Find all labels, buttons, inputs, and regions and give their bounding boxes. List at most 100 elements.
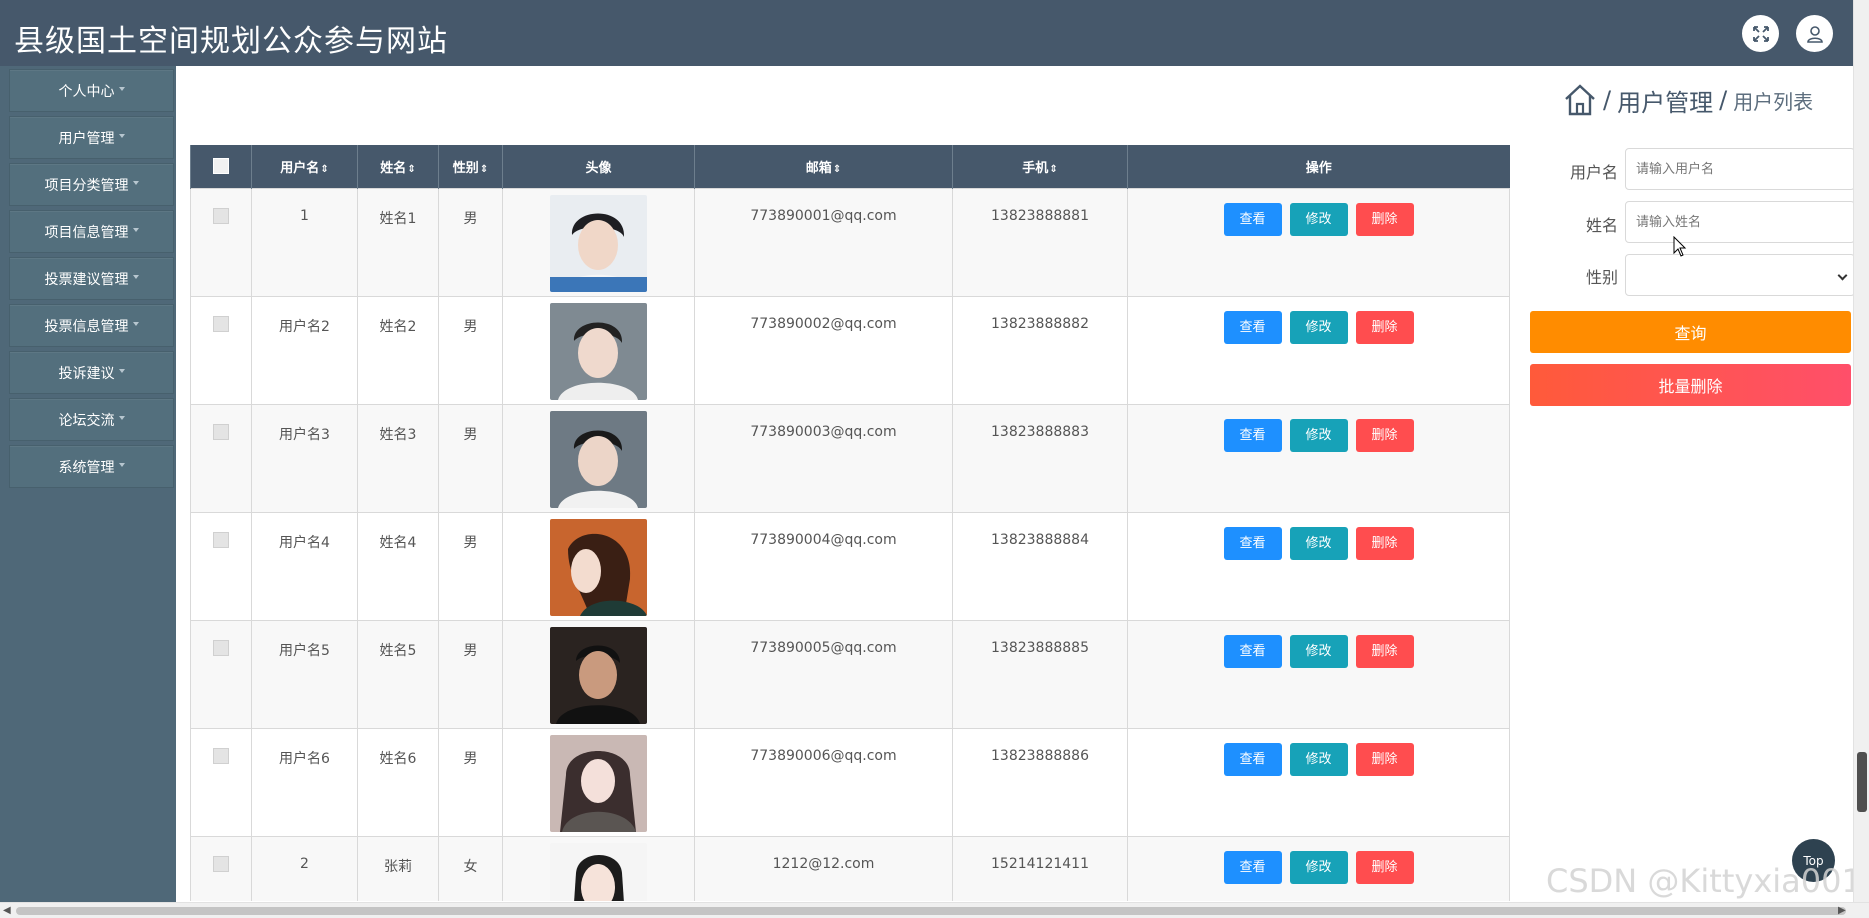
sort-icon[interactable]: ⇕ xyxy=(407,164,415,175)
cell-email: 773890005@qq.com xyxy=(694,619,953,729)
sidebar-item-user-management[interactable]: 用户管理 xyxy=(9,116,174,159)
delete-button[interactable]: 删除 xyxy=(1355,850,1414,884)
edit-button[interactable]: 修改 xyxy=(1289,526,1348,560)
cell-actions: 查看 修改 删除 xyxy=(1127,511,1510,621)
cell-gender: 女 xyxy=(438,835,503,901)
chevron-down-icon xyxy=(1837,270,1848,281)
row-checkbox[interactable] xyxy=(213,855,229,872)
user-table: 用户名⇕ 姓名⇕ 性别⇕ 头像 邮箱⇕ 手机⇕ 操作 1 姓名1 男 77389… xyxy=(190,145,1510,901)
view-button[interactable]: 查看 xyxy=(1223,850,1282,884)
sidebar-item-forum[interactable]: 论坛交流 xyxy=(9,398,174,441)
delete-button[interactable]: 删除 xyxy=(1355,202,1414,236)
row-checkbox[interactable] xyxy=(213,531,229,548)
sidebar-item-personal-center[interactable]: 个人中心 xyxy=(9,69,174,112)
user-button[interactable] xyxy=(1796,15,1833,52)
cell-username: 用户名5 xyxy=(251,619,358,729)
cell-username: 用户名2 xyxy=(251,295,358,405)
delete-button[interactable]: 删除 xyxy=(1355,526,1414,560)
horizontal-scroll-thumb[interactable] xyxy=(16,907,1846,915)
view-button[interactable]: 查看 xyxy=(1223,418,1282,452)
select-all-checkbox[interactable] xyxy=(213,158,229,175)
cell-gender: 男 xyxy=(438,295,503,405)
sidebar-item-complaints[interactable]: 投诉建议 xyxy=(9,351,174,394)
edit-button[interactable]: 修改 xyxy=(1289,418,1348,452)
delete-button[interactable]: 删除 xyxy=(1355,310,1414,344)
row-checkbox[interactable] xyxy=(213,639,229,656)
vertical-scroll-thumb[interactable] xyxy=(1857,752,1867,812)
table-row: 2 张莉 女 1212@12.com 15214121411 查看 修改 删除 xyxy=(190,835,1510,901)
view-button[interactable]: 查看 xyxy=(1223,310,1282,344)
batch-delete-button[interactable]: 批量删除 xyxy=(1530,364,1851,406)
delete-button[interactable]: 删除 xyxy=(1355,634,1414,668)
edit-button[interactable]: 修改 xyxy=(1289,634,1348,668)
sort-icon[interactable]: ⇕ xyxy=(320,164,328,175)
breadcrumb-separator: / xyxy=(1603,86,1612,114)
delete-button[interactable]: 删除 xyxy=(1355,742,1414,776)
sidebar: 个人中心 用户管理 项目分类管理 项目信息管理 投票建议管理 投票信息管理 投诉… xyxy=(0,66,176,902)
chevron-down-icon xyxy=(132,180,139,185)
row-checkbox[interactable] xyxy=(213,747,229,764)
column-header-email[interactable]: 邮箱⇕ xyxy=(694,145,953,188)
cell-phone: 15214121411 xyxy=(952,835,1128,901)
sort-icon[interactable]: ⇕ xyxy=(833,164,841,175)
name-search-input[interactable] xyxy=(1625,201,1855,243)
scroll-right-icon[interactable]: ▶ xyxy=(1838,905,1846,916)
chevron-down-icon xyxy=(118,133,125,138)
sidebar-item-label: 投票信息管理 xyxy=(44,318,129,335)
breadcrumb-user-list: 用户列表 xyxy=(1733,89,1814,114)
sidebar-item-project-info[interactable]: 项目信息管理 xyxy=(9,210,174,253)
cell-actions: 查看 修改 删除 xyxy=(1127,727,1510,837)
cell-actions: 查看 修改 删除 xyxy=(1127,835,1510,901)
scroll-left-icon[interactable]: ◀ xyxy=(3,905,11,916)
edit-button[interactable]: 修改 xyxy=(1289,742,1348,776)
avatar xyxy=(550,626,647,724)
column-header-username[interactable]: 用户名⇕ xyxy=(251,145,358,188)
vertical-scrollbar[interactable] xyxy=(1853,0,1869,902)
fullscreen-icon xyxy=(1752,25,1769,42)
name-label: 姓名 xyxy=(1585,216,1618,235)
user-icon xyxy=(1806,25,1823,43)
avatar xyxy=(550,410,647,508)
cell-name: 姓名2 xyxy=(357,295,439,405)
column-header-phone[interactable]: 手机⇕ xyxy=(952,145,1128,188)
mouse-cursor-icon xyxy=(1673,236,1687,257)
sidebar-item-vote-suggestion[interactable]: 投票建议管理 xyxy=(9,257,174,300)
chevron-down-icon xyxy=(118,415,125,420)
avatar xyxy=(550,518,647,616)
home-icon[interactable] xyxy=(1563,83,1597,117)
column-header-name[interactable]: 姓名⇕ xyxy=(357,145,439,188)
query-button[interactable]: 查询 xyxy=(1530,311,1851,353)
breadcrumb-user-management[interactable]: 用户管理 xyxy=(1617,83,1713,118)
view-button[interactable]: 查看 xyxy=(1223,202,1282,236)
cell-phone: 13823888886 xyxy=(952,727,1128,837)
row-checkbox[interactable] xyxy=(213,207,229,224)
view-button[interactable]: 查看 xyxy=(1223,634,1282,668)
view-button[interactable]: 查看 xyxy=(1223,742,1282,776)
horizontal-scrollbar[interactable]: ◀ ▶ xyxy=(0,902,1869,918)
cell-actions: 查看 修改 删除 xyxy=(1127,295,1510,405)
sidebar-item-project-category[interactable]: 项目分类管理 xyxy=(9,163,174,206)
cell-name: 姓名4 xyxy=(357,511,439,621)
cell-phone: 13823888885 xyxy=(952,619,1128,729)
username-search-input[interactable] xyxy=(1625,148,1855,190)
gender-label: 性别 xyxy=(1585,268,1618,287)
column-header-gender[interactable]: 性别⇕ xyxy=(438,145,503,188)
sidebar-item-label: 用户管理 xyxy=(58,130,115,147)
edit-button[interactable]: 修改 xyxy=(1289,202,1348,236)
cell-name: 张莉 xyxy=(357,835,439,901)
row-checkbox[interactable] xyxy=(213,423,229,440)
delete-button[interactable]: 删除 xyxy=(1355,418,1414,452)
sidebar-item-vote-info[interactable]: 投票信息管理 xyxy=(9,304,174,347)
edit-button[interactable]: 修改 xyxy=(1289,310,1348,344)
sort-icon[interactable]: ⇕ xyxy=(480,164,488,175)
view-button[interactable]: 查看 xyxy=(1223,526,1282,560)
sort-icon[interactable]: ⇕ xyxy=(1049,164,1057,175)
cell-gender: 男 xyxy=(438,619,503,729)
row-checkbox[interactable] xyxy=(213,315,229,332)
select-all-header[interactable] xyxy=(190,145,252,188)
gender-select[interactable] xyxy=(1625,254,1855,296)
sidebar-item-label: 系统管理 xyxy=(58,459,115,476)
sidebar-item-system[interactable]: 系统管理 xyxy=(9,445,174,488)
fullscreen-button[interactable] xyxy=(1742,15,1779,52)
edit-button[interactable]: 修改 xyxy=(1289,850,1348,884)
